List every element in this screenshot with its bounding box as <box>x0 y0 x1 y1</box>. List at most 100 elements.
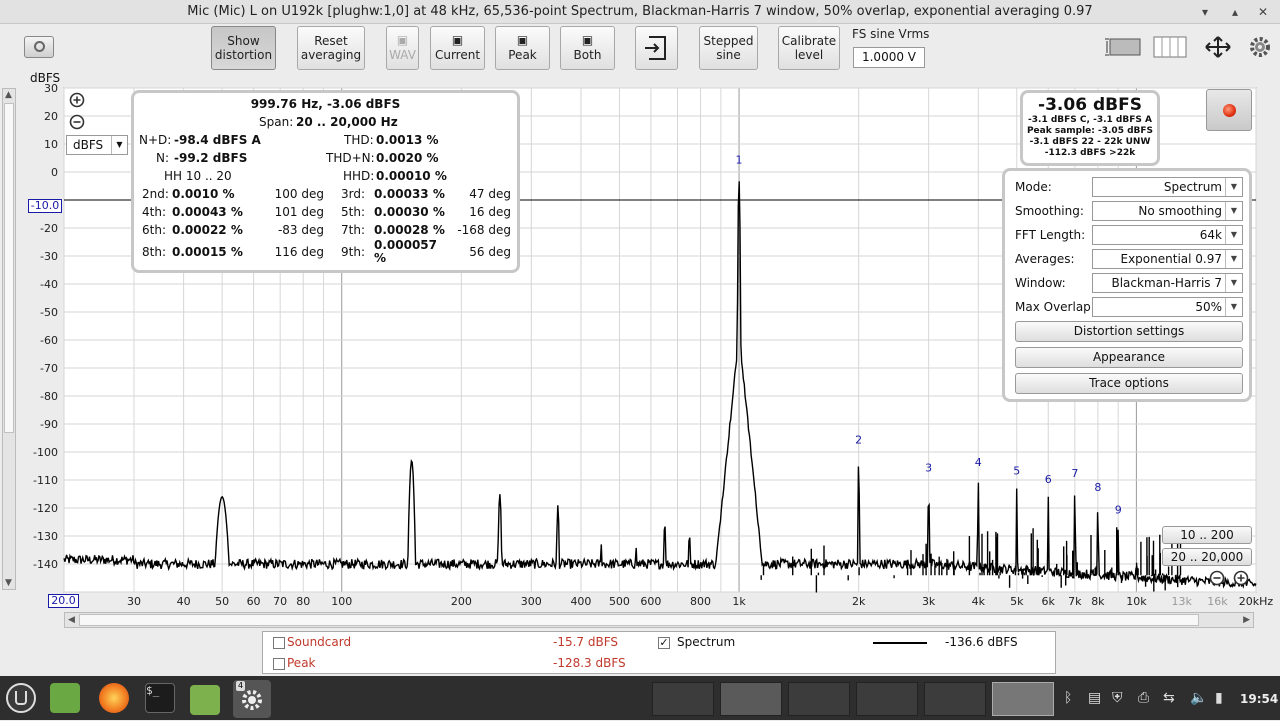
setting-label: Averages: <box>1015 252 1075 266</box>
x-tick-label: 1k <box>732 595 746 608</box>
record-button[interactable] <box>1206 89 1252 131</box>
setting-select[interactable]: Spectrum ▼ <box>1092 177 1243 197</box>
harmonic-value: 0.00030 % <box>374 205 445 219</box>
level-main-value: -3.06 dBFS <box>1038 95 1142 115</box>
harmonic-value: 0.00043 % <box>172 205 243 219</box>
soundcard-value: -15.7 dBFS <box>553 635 619 649</box>
y-tick-label: 10 <box>44 138 58 151</box>
harmonic-number-label: 6 <box>1045 473 1052 486</box>
x-tick-label: 200 <box>451 595 472 608</box>
unit-select[interactable]: dBFS ▼ <box>66 135 128 155</box>
setting-value: No smoothing <box>1138 204 1222 218</box>
zoom-out-icon[interactable] <box>68 113 86 131</box>
setting-select[interactable]: Exponential 0.97 ▼ <box>1092 249 1243 269</box>
workspace-5[interactable] <box>924 682 986 716</box>
soundcard-checkbox[interactable] <box>273 637 285 649</box>
network-icon[interactable]: ⇆ <box>1163 690 1175 706</box>
range-20-20000-button[interactable]: 20 .. 20,000 <box>1162 548 1252 566</box>
trace-legend: Soundcard -15.7 dBFS Peak -128.3 dBFS ✓ … <box>262 631 1056 674</box>
harmonic-label: 6th: <box>142 223 166 237</box>
scroll-left-icon[interactable]: ◀ <box>68 614 75 626</box>
scroll-right-icon[interactable]: ▶ <box>1243 614 1250 626</box>
setting-value: Blackman-Harris 7 <box>1111 276 1222 290</box>
x-tick-label: 100 <box>331 595 352 608</box>
x-tick-label: 600 <box>640 595 661 608</box>
show-desktop-icon[interactable] <box>50 683 80 713</box>
noise-label: N: <box>156 151 170 165</box>
workspace-4[interactable] <box>856 682 918 716</box>
x-axis-ticks: 30 40 50 60 70 80 100 200 300 400 500 600 800 1k 2k 3k 4… <box>127 595 1273 608</box>
level-line: -112.3 dBFS >22k <box>1044 148 1136 158</box>
x-zoom-out-icon[interactable] <box>1208 569 1226 587</box>
y-tick-label: -50 <box>40 306 58 319</box>
x-tick-label: 5k <box>1010 595 1024 608</box>
harmonic-value: 0.000057 % <box>374 238 438 265</box>
harmonic-phase: 47 deg <box>469 187 511 201</box>
harmonic-number-label: 8 <box>1094 481 1101 494</box>
harmonic-phase: 116 deg <box>274 245 324 259</box>
distortion-settings-button[interactable]: Distortion settings <box>1015 321 1243 342</box>
harmonic-phase: 56 deg <box>469 245 511 259</box>
battery-icon[interactable]: ▮ <box>1215 690 1223 706</box>
clock: 19:54 <box>1240 692 1279 706</box>
workspace-1[interactable] <box>652 682 714 716</box>
shield-icon[interactable]: ⛨ <box>1112 690 1123 706</box>
hhd-value: 0.00010 % <box>376 169 447 183</box>
harmonic-phase: 100 deg <box>274 187 324 201</box>
dropdown-arrow-icon: ▼ <box>111 136 127 154</box>
setting-select[interactable]: Blackman-Harris 7 ▼ <box>1092 273 1243 293</box>
x-zoom-in-icon[interactable] <box>1232 569 1250 587</box>
appearance-button[interactable]: Appearance <box>1015 347 1243 368</box>
y-tick-label: -30 <box>40 250 58 263</box>
harmonic-label: 3rd: <box>341 187 366 201</box>
peak-checkbox[interactable] <box>273 658 285 670</box>
terminal-icon[interactable]: $_ <box>145 683 175 713</box>
x-tick-label: 50 <box>215 595 229 608</box>
thdn-value: 0.0020 % <box>376 151 439 165</box>
clipboard-icon[interactable]: ▤ <box>1088 690 1101 706</box>
mint-menu-icon[interactable] <box>6 683 36 713</box>
horizontal-scrollbar[interactable]: ◀ ▶ <box>64 612 1254 628</box>
x-tick-label: 20kHz <box>1239 595 1274 608</box>
x-tick-label: 80 <box>296 595 310 608</box>
y-tick-label: -120 <box>33 502 58 515</box>
dropdown-arrow-icon: ▼ <box>1225 274 1242 292</box>
setting-select[interactable]: 50% ▼ <box>1092 297 1243 317</box>
workspace-2[interactable] <box>720 682 782 716</box>
spectrum-label: Spectrum <box>677 635 736 649</box>
harmonic-phase: -168 deg <box>457 223 511 237</box>
x-tick-label: 30 <box>127 595 141 608</box>
x-tick-label: 16k <box>1207 595 1228 608</box>
harmonic-phase: 16 deg <box>469 205 511 219</box>
harmonic-value: 0.00028 % <box>374 223 445 237</box>
files-icon[interactable] <box>190 685 220 715</box>
setting-select[interactable]: 64k ▼ <box>1092 225 1243 245</box>
setting-select[interactable]: No smoothing ▼ <box>1092 201 1243 221</box>
peak-value: -128.3 dBFS <box>553 656 626 670</box>
x-start-readout[interactable]: 20.0 <box>48 594 79 608</box>
window-count-badge: 4 <box>236 681 245 691</box>
trace-options-button[interactable]: Trace options <box>1015 373 1243 394</box>
y-tick-label: -130 <box>33 530 58 543</box>
cursor-y-readout[interactable]: -10.0 <box>28 199 62 213</box>
zoom-in-icon[interactable] <box>68 91 86 109</box>
spectrum-line-sample <box>873 642 927 644</box>
spectrum-checkbox[interactable]: ✓ <box>658 637 670 649</box>
workspace-6[interactable] <box>992 682 1054 716</box>
workspace-3[interactable] <box>788 682 850 716</box>
thdn-label: THD+N: <box>326 151 375 165</box>
bluetooth-icon[interactable]: ᛒ <box>1064 690 1072 706</box>
range-10-200-button[interactable]: 10 .. 200 <box>1162 526 1252 544</box>
dropdown-arrow-icon: ▼ <box>1225 250 1242 268</box>
level-meter[interactable]: -3.06 dBFS -3.1 dBFS C, -3.1 dBFS A Peak… <box>1020 90 1160 166</box>
printer-icon[interactable]: ⎙ <box>1138 690 1149 706</box>
hhd-label: HHD: <box>343 169 375 183</box>
volume-icon[interactable]: 🔈 <box>1190 690 1207 706</box>
thd-label: THD: <box>344 133 374 147</box>
setting-value: Exponential 0.97 <box>1120 252 1223 266</box>
harmonic-number-label: 7 <box>1071 467 1078 480</box>
firefox-icon[interactable] <box>99 683 129 713</box>
thd-value: 0.0013 % <box>376 133 439 147</box>
x-tick-label: 10k <box>1126 595 1147 608</box>
horizontal-scroll-thumb[interactable] <box>79 614 1199 626</box>
